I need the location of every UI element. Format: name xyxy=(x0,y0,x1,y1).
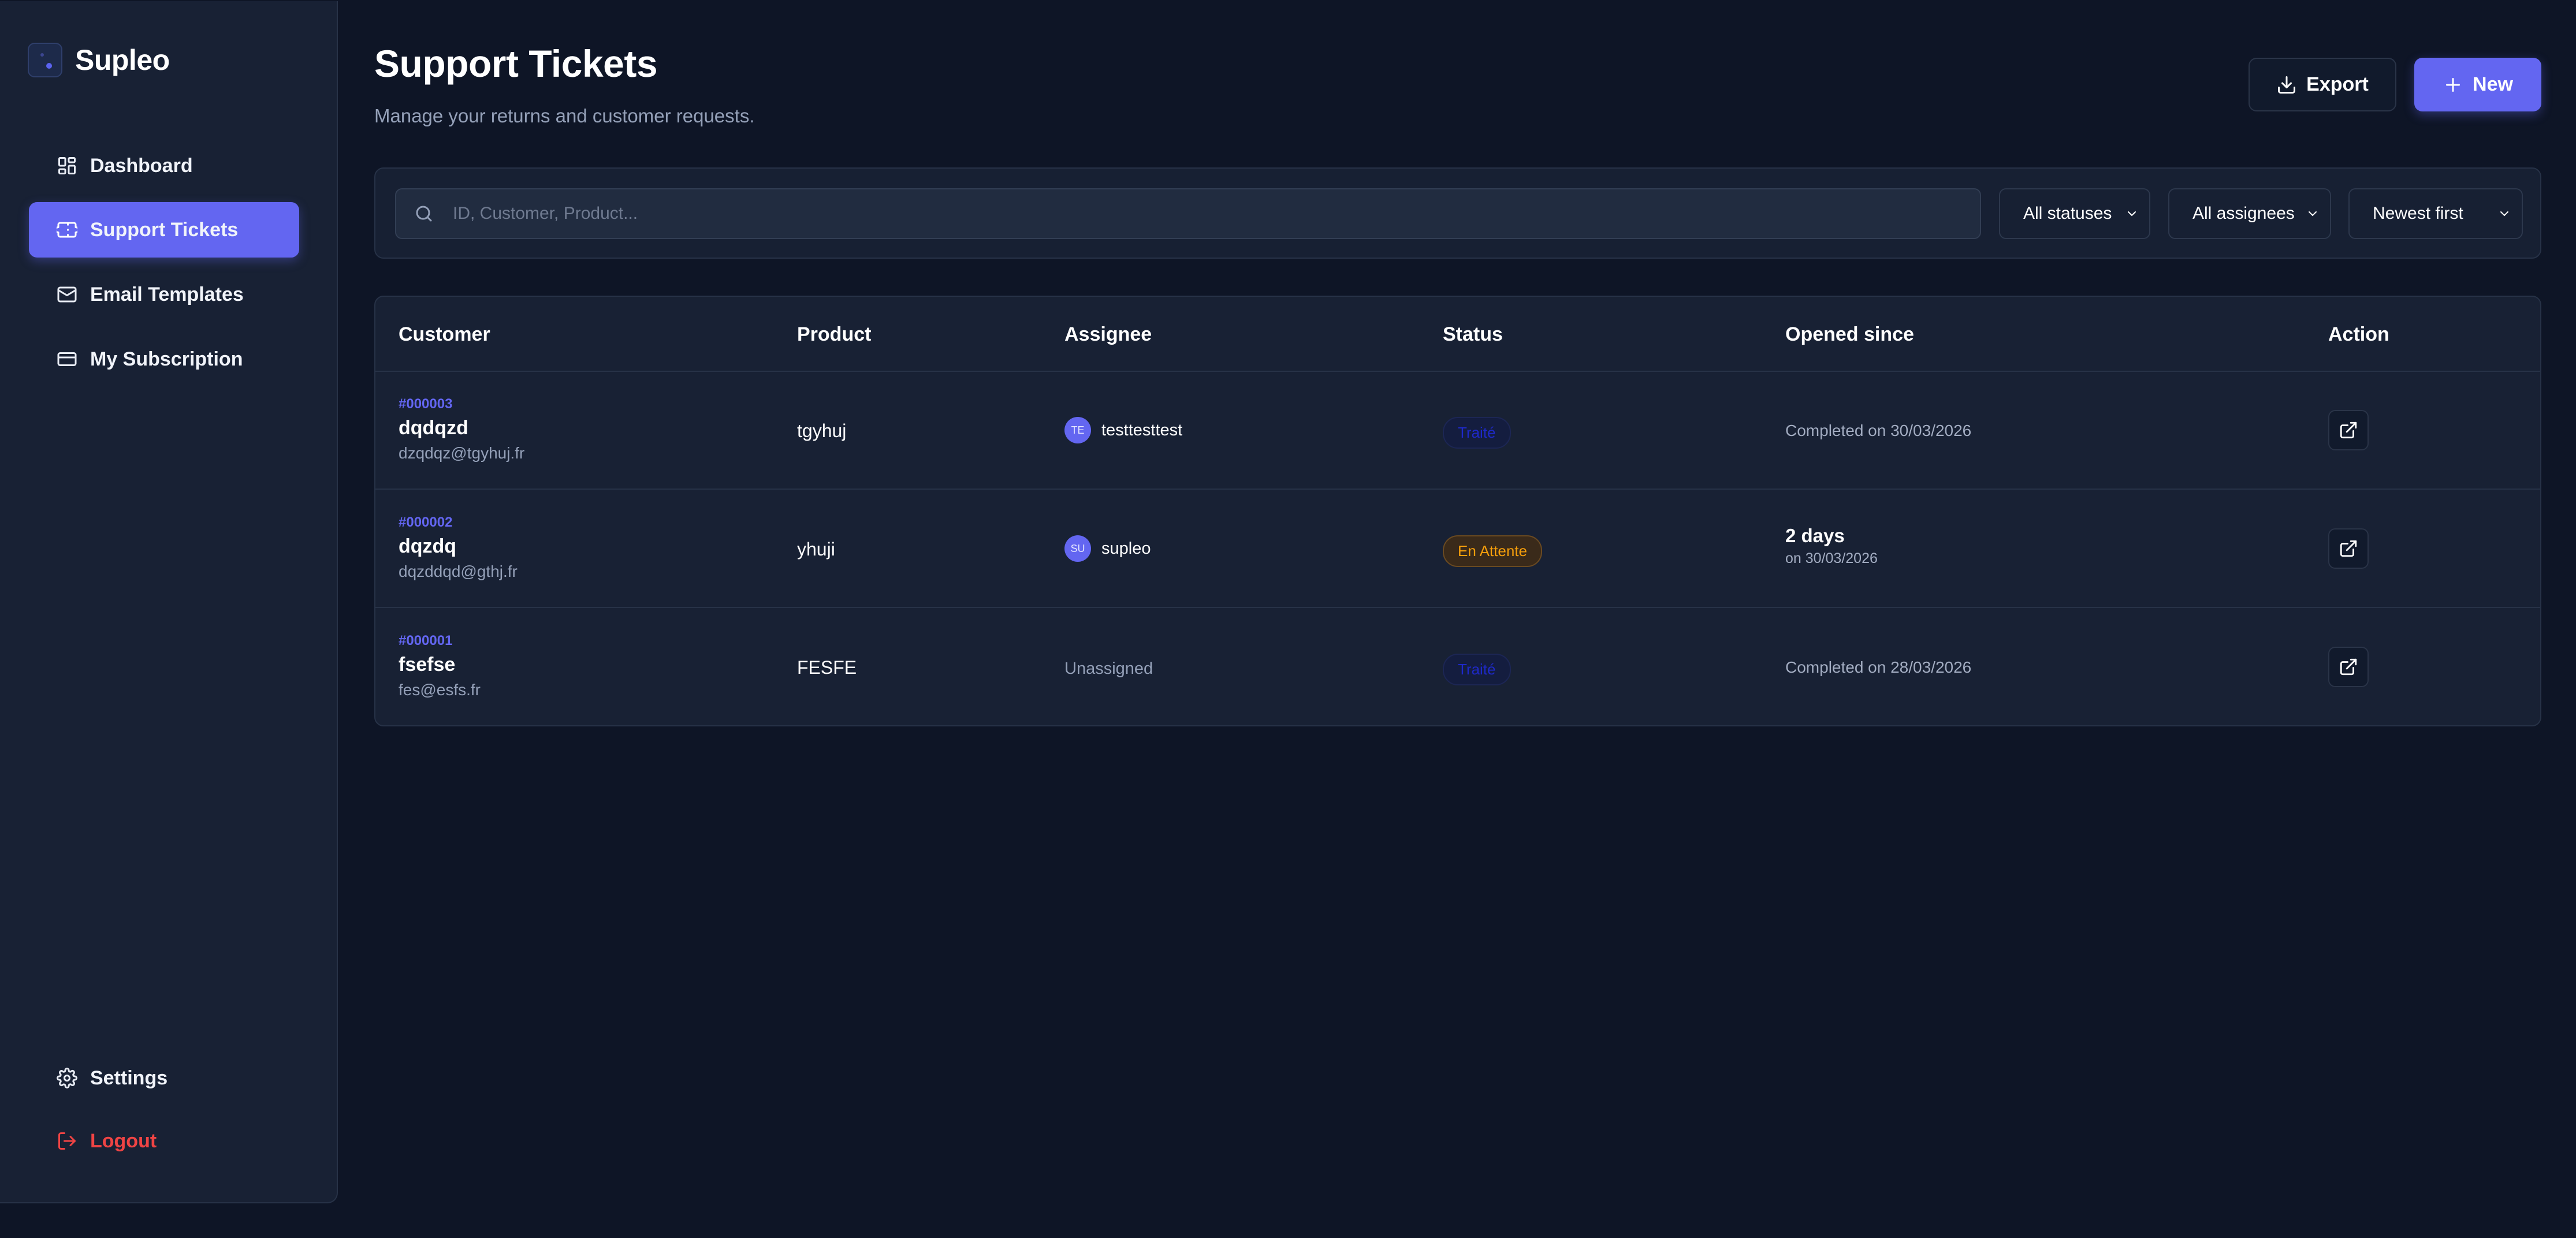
open-ticket-button[interactable] xyxy=(2328,528,2369,569)
product-cell: yhuji xyxy=(797,539,835,560)
new-ticket-button[interactable]: New xyxy=(2414,58,2541,111)
chevron-down-icon xyxy=(2309,211,2317,217)
action-cell xyxy=(2328,647,2369,687)
external-link-icon xyxy=(2340,658,2357,676)
table-row[interactable]: #000003 dqdqzd dzqdqz@tgyhuj.fr tgyhuj T… xyxy=(375,372,2540,490)
customer-name: dqzdq xyxy=(399,535,457,557)
new-label: New xyxy=(2473,73,2513,95)
export-label: Export xyxy=(2306,73,2369,95)
opened-since-cell: Completed on 28/03/2026 xyxy=(1785,658,1972,676)
assignee-cell: Unassigned xyxy=(1064,659,1153,678)
sidebar-item-label: Email Templates xyxy=(90,283,244,305)
status-badge: Traité xyxy=(1443,654,1511,685)
sidebar: Supleo Dashboard Support Tickets Email T… xyxy=(0,1,338,1203)
status-cell: En Attente xyxy=(1443,535,1542,567)
plus-icon xyxy=(2446,77,2460,92)
column-header-product: Product xyxy=(797,323,872,345)
customer-cell: #000003 dqdqzd dzqdqz@tgyhuj.fr xyxy=(399,396,524,463)
status-cell: Traité xyxy=(1443,417,1511,449)
download-icon xyxy=(2278,76,2296,94)
product-cell: FESFE xyxy=(797,657,857,678)
gear-icon xyxy=(57,1068,77,1088)
assignee-name: supleo xyxy=(1101,539,1151,558)
column-header-customer: Customer xyxy=(399,323,490,345)
open-ticket-button[interactable] xyxy=(2328,410,2369,450)
assignee-cell: SU supleo xyxy=(1064,535,1151,562)
opened-since-cell: Completed on 30/03/2026 xyxy=(1785,422,1972,439)
avatar: TE xyxy=(1064,417,1091,443)
sidebar-item-logout[interactable]: Logout xyxy=(29,1113,299,1169)
sidebar-item-settings[interactable]: Settings xyxy=(29,1050,299,1106)
export-button[interactable]: Export xyxy=(2249,58,2396,111)
sidebar-item-my-subscription[interactable]: My Subscription xyxy=(29,331,299,387)
sidebar-item-label: My Subscription xyxy=(90,348,243,370)
sidebar-item-label: Logout xyxy=(90,1129,157,1152)
assignee-filter-select[interactable]: All assignees xyxy=(2168,188,2331,239)
sidebar-item-label: Settings xyxy=(90,1067,168,1089)
ticket-id[interactable]: #000003 xyxy=(399,396,524,412)
assignee-name: testtesttest xyxy=(1101,420,1183,439)
external-link-icon xyxy=(2340,540,2357,557)
open-ticket-button[interactable] xyxy=(2328,647,2369,687)
page-title: Support Tickets xyxy=(374,42,658,85)
product-cell: tgyhuj xyxy=(797,420,847,441)
app-logo[interactable]: Supleo xyxy=(28,43,170,77)
opened-date: on 30/03/2026 xyxy=(1785,550,1878,566)
status-badge: En Attente xyxy=(1443,535,1542,567)
chevron-down-icon xyxy=(2128,211,2136,217)
customer-name: dqdqzd xyxy=(399,417,468,439)
action-cell xyxy=(2328,410,2369,450)
customer-email: dqzddqd@gthj.fr xyxy=(399,562,518,580)
opened-since-cell: 2 days on 30/03/2026 xyxy=(1785,525,1878,567)
table-header: Customer Product Assignee Status Opened … xyxy=(375,297,2540,372)
search-box[interactable] xyxy=(395,188,1981,239)
assignee-filter-value: All assignees xyxy=(2192,204,2295,223)
table-row[interactable]: #000001 fsefse fes@esfs.fr FESFE Unassig… xyxy=(375,609,2540,725)
credit-card-icon xyxy=(57,349,77,370)
logout-icon xyxy=(57,1131,77,1151)
status-filter-select[interactable]: All statuses xyxy=(1999,188,2150,239)
status-cell: Traité xyxy=(1443,654,1511,685)
sidebar-item-label: Support Tickets xyxy=(90,218,239,241)
customer-name: fsefse xyxy=(399,654,456,676)
sort-value: Newest first xyxy=(2373,204,2463,223)
sidebar-item-support-tickets[interactable]: Support Tickets xyxy=(29,202,299,258)
tickets-table: Customer Product Assignee Status Opened … xyxy=(374,296,2541,726)
status-filter-value: All statuses xyxy=(2023,204,2112,223)
customer-cell: #000001 fsefse fes@esfs.fr xyxy=(399,633,481,699)
sidebar-item-label: Dashboard xyxy=(90,154,193,177)
ticket-icon xyxy=(57,219,77,240)
customer-cell: #000002 dqzdq dqzddqd@gthj.fr xyxy=(399,514,518,581)
search-icon xyxy=(416,206,432,222)
sidebar-item-email-templates[interactable]: Email Templates xyxy=(29,267,299,322)
sort-select[interactable]: Newest first xyxy=(2348,188,2523,239)
table-row[interactable]: #000002 dqzdq dqzddqd@gthj.fr yhuji SU s… xyxy=(375,490,2540,608)
app-name: Supleo xyxy=(75,44,170,76)
page-subtitle: Manage your returns and customer request… xyxy=(374,105,755,126)
column-header-assignee: Assignee xyxy=(1064,323,1152,345)
filter-bar: All statuses All assignees Newest first xyxy=(374,167,2541,259)
ticket-id[interactable]: #000001 xyxy=(399,633,481,649)
column-header-status: Status xyxy=(1443,323,1503,345)
opened-duration: 2 days xyxy=(1785,525,1845,546)
ticket-id[interactable]: #000002 xyxy=(399,514,518,531)
external-link-icon xyxy=(2340,422,2357,439)
search-input[interactable] xyxy=(452,203,1953,224)
customer-email: fes@esfs.fr xyxy=(399,681,481,699)
assignee-cell: TE testtesttest xyxy=(1064,417,1182,443)
column-header-opened-since: Opened since xyxy=(1785,323,1914,345)
mail-icon xyxy=(57,284,77,305)
column-header-action: Action xyxy=(2328,323,2389,345)
logo-icon xyxy=(28,43,62,77)
avatar: SU xyxy=(1064,535,1091,562)
chevron-down-icon xyxy=(2500,211,2508,217)
customer-email: dzqdqz@tgyhuj.fr xyxy=(399,444,525,462)
action-cell xyxy=(2328,528,2369,569)
status-badge: Traité xyxy=(1443,417,1511,449)
dashboard-icon xyxy=(57,155,77,176)
sidebar-item-dashboard[interactable]: Dashboard xyxy=(29,138,299,193)
